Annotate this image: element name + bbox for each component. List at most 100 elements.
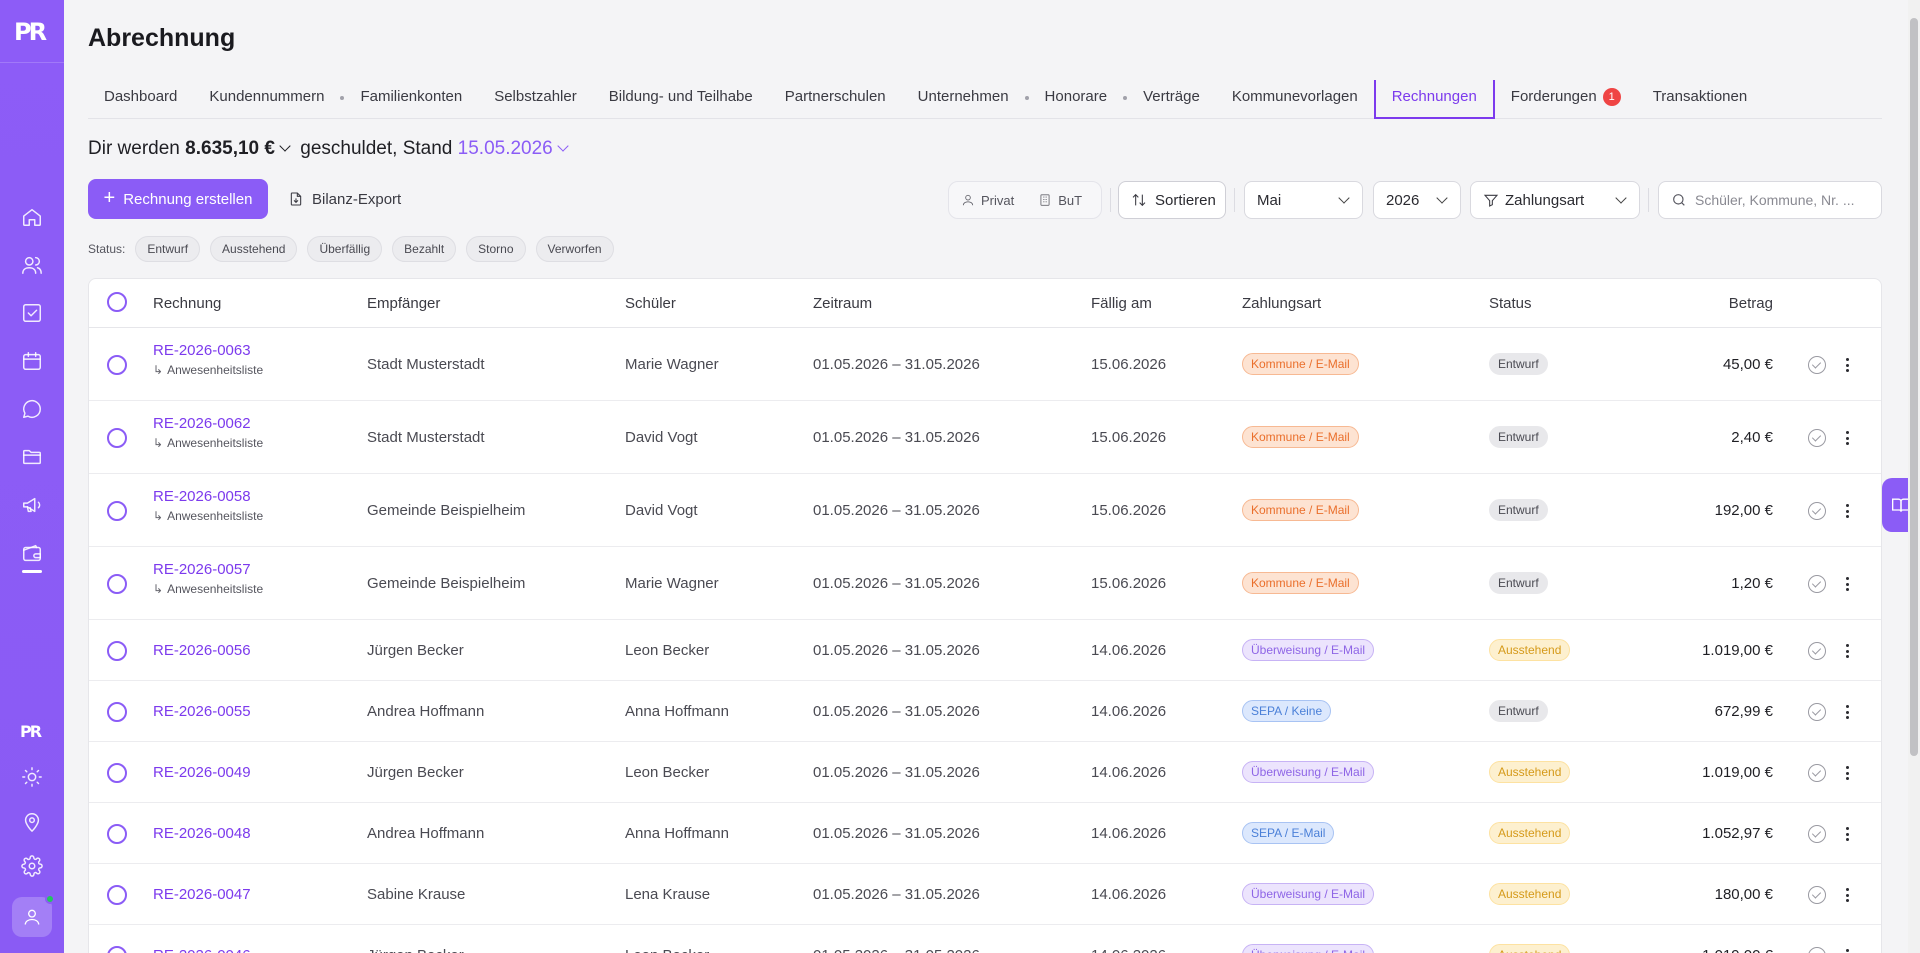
tab-rechnungen[interactable]: Rechnungen [1373, 80, 1495, 119]
more-actions-icon[interactable] [1842, 502, 1852, 520]
tab-selbstzahler[interactable]: Selbstzahler [478, 80, 593, 119]
balance-export-button[interactable]: Bilanz-Export [288, 179, 401, 219]
users-icon[interactable] [20, 253, 44, 277]
table-row[interactable]: RE-2026-0056 Jürgen Becker Leon Becker 01.0… [89, 620, 1881, 681]
status-chip-ueberfaellig[interactable]: Überfällig [307, 236, 383, 262]
table-row[interactable]: RE-2026-0063 ↳ Anwesenheitsliste Stadt Must… [89, 328, 1881, 401]
tab-kundennummern[interactable]: Kundennummern [193, 80, 340, 119]
calendar-icon[interactable] [20, 349, 44, 373]
more-actions-icon[interactable] [1842, 886, 1852, 904]
create-invoice-button[interactable]: + Rechnung erstellen [88, 179, 268, 219]
header-payment[interactable]: Zahlungsart [1242, 295, 1321, 312]
folder-icon[interactable] [20, 445, 44, 469]
header-period[interactable]: Zeitraum [813, 295, 872, 312]
row-checkbox[interactable] [107, 702, 127, 722]
tab-forderungen[interactable]: Forderungen 1 [1495, 80, 1637, 119]
row-checkbox[interactable] [107, 428, 127, 448]
tab-dashboard[interactable]: Dashboard [88, 80, 193, 119]
table-row[interactable]: RE-2026-0049 Jürgen Becker Leon Becker 01.0… [89, 742, 1881, 803]
more-actions-icon[interactable] [1842, 575, 1852, 593]
more-actions-icon[interactable] [1842, 642, 1852, 660]
tab-kommunevorlagen[interactable]: Kommunevorlagen [1216, 80, 1374, 119]
invoice-number-link[interactable]: RE-2026-0057 [153, 561, 263, 578]
tab-partnerschulen[interactable]: Partnerschulen [769, 80, 902, 119]
row-checkbox[interactable] [107, 946, 127, 953]
table-row[interactable]: RE-2026-0046 Jürgen Becker Leon Becker 01.0… [89, 925, 1881, 953]
payment-type-select[interactable]: Zahlungsart [1470, 181, 1640, 219]
table-row[interactable]: RE-2026-0062 ↳ Anwesenheitsliste Stadt Must… [89, 401, 1881, 474]
more-actions-icon[interactable] [1842, 764, 1852, 782]
header-amount[interactable]: Betrag [1729, 295, 1773, 312]
mark-paid-icon[interactable] [1808, 356, 1826, 374]
invoice-number-link[interactable]: RE-2026-0049 [153, 764, 251, 781]
header-status[interactable]: Status [1489, 295, 1532, 312]
gear-icon[interactable] [20, 854, 44, 878]
header-invoice[interactable]: Rechnung [153, 295, 221, 312]
mark-paid-icon[interactable] [1808, 642, 1826, 660]
more-actions-icon[interactable] [1842, 825, 1852, 843]
scrollbar-thumb[interactable] [1910, 18, 1918, 756]
home-icon[interactable] [20, 205, 44, 229]
tab-unternehmen[interactable]: Unternehmen [902, 80, 1025, 119]
invoice-number-link[interactable]: RE-2026-0063 [153, 342, 263, 359]
chevron-down-icon[interactable] [279, 140, 291, 152]
tab-vertraege[interactable]: Verträge [1127, 80, 1216, 119]
megaphone-icon[interactable] [20, 493, 44, 517]
filter-privat[interactable]: Privat [949, 193, 1026, 208]
table-row[interactable]: RE-2026-0055 Andrea Hoffmann Anna Hoffmann… [89, 681, 1881, 742]
summary-amount[interactable]: 8.635,10 € [185, 138, 275, 159]
row-checkbox[interactable] [107, 824, 127, 844]
tab-bildung-und-teilhabe[interactable]: Bildung- und Teilhabe [593, 80, 769, 119]
page-scrollbar[interactable] [1908, 0, 1920, 953]
sun-icon[interactable] [20, 765, 44, 789]
mark-paid-icon[interactable] [1808, 947, 1826, 953]
status-chip-ausstehend[interactable]: Ausstehend [210, 236, 298, 262]
header-student[interactable]: Schüler [625, 295, 676, 312]
mark-paid-icon[interactable] [1808, 703, 1826, 721]
more-actions-icon[interactable] [1842, 356, 1852, 374]
header-recipient[interactable]: Empfänger [367, 295, 440, 312]
table-row[interactable]: RE-2026-0058 ↳ Anwesenheitsliste Gemeinde B… [89, 474, 1881, 547]
invoice-number-link[interactable]: RE-2026-0056 [153, 642, 251, 659]
user-avatar[interactable] [12, 894, 55, 937]
status-chip-entwurf[interactable]: Entwurf [135, 236, 201, 262]
mark-paid-icon[interactable] [1808, 575, 1826, 593]
year-select[interactable]: 2026 [1373, 181, 1461, 219]
wallet-icon[interactable] [20, 541, 44, 565]
status-chip-verworfen[interactable]: Verworfen [535, 236, 614, 262]
chevron-down-icon[interactable] [557, 140, 569, 152]
tasks-icon[interactable] [20, 301, 44, 325]
mark-paid-icon[interactable] [1808, 429, 1826, 447]
more-actions-icon[interactable] [1842, 429, 1852, 447]
search-input[interactable] [1695, 192, 1865, 208]
invoice-number-link[interactable]: RE-2026-0058 [153, 488, 263, 505]
invoice-number-link[interactable]: RE-2026-0047 [153, 886, 251, 903]
row-checkbox[interactable] [107, 574, 127, 594]
more-actions-icon[interactable] [1842, 947, 1852, 953]
location-icon[interactable] [20, 810, 44, 834]
summary-date[interactable]: 15.05.2026 [458, 138, 553, 159]
chat-icon[interactable] [20, 397, 44, 421]
table-row[interactable]: RE-2026-0048 Andrea Hoffmann Anna Hoffmann… [89, 803, 1881, 864]
sort-button[interactable]: Sortieren [1118, 181, 1226, 219]
mark-paid-icon[interactable] [1808, 886, 1826, 904]
app-logo[interactable]: PR [14, 14, 50, 50]
mark-paid-icon[interactable] [1808, 825, 1826, 843]
mark-paid-icon[interactable] [1808, 502, 1826, 520]
tab-transaktionen[interactable]: Transaktionen [1637, 80, 1764, 119]
table-row[interactable]: RE-2026-0047 Sabine Krause Lena Krause 01.0… [89, 864, 1881, 925]
mark-paid-icon[interactable] [1808, 764, 1826, 782]
row-checkbox[interactable] [107, 355, 127, 375]
row-checkbox[interactable] [107, 885, 127, 905]
invoice-number-link[interactable]: RE-2026-0062 [153, 415, 263, 432]
row-checkbox[interactable] [107, 763, 127, 783]
table-row[interactable]: RE-2026-0057 ↳ Anwesenheitsliste Gemeinde B… [89, 547, 1881, 620]
invoice-number-link[interactable]: RE-2026-0055 [153, 703, 251, 720]
row-checkbox[interactable] [107, 641, 127, 661]
select-all-checkbox[interactable] [107, 292, 127, 312]
more-actions-icon[interactable] [1842, 703, 1852, 721]
status-chip-bezahlt[interactable]: Bezahlt [392, 236, 457, 262]
tab-honorare[interactable]: Honorare [1029, 80, 1124, 119]
invoice-number-link[interactable]: RE-2026-0046 [153, 947, 251, 953]
status-chip-storno[interactable]: Storno [466, 236, 526, 262]
